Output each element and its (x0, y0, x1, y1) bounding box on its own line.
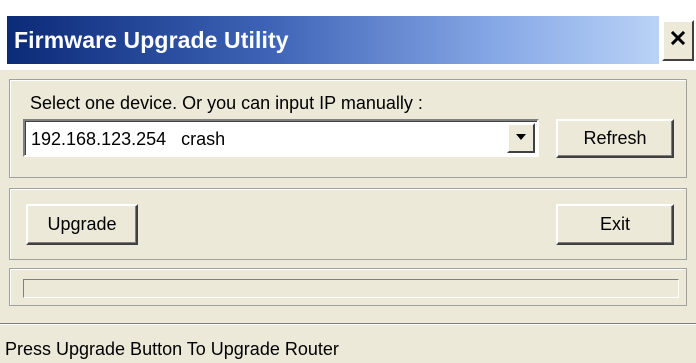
title-bar: Firmware Upgrade Utility (0, 0, 696, 70)
combobox-dropdown-button[interactable] (507, 123, 535, 153)
device-combobox-value[interactable]: 192.168.123.254 crash (31, 129, 225, 150)
chevron-down-icon (514, 129, 528, 147)
status-text: Press Upgrade Button To Upgrade Router (5, 339, 339, 359)
device-combobox[interactable]: 192.168.123.254 crash (23, 119, 539, 157)
window-title: Firmware Upgrade Utility (14, 27, 289, 53)
status-bar: Press Upgrade Button To Upgrade Router (0, 323, 696, 363)
close-button[interactable] (662, 20, 694, 61)
upgrade-progress-bar (23, 279, 679, 298)
close-icon (670, 30, 686, 51)
upgrade-button[interactable]: Upgrade (26, 204, 138, 245)
device-select-label: Select one device. Or you can input IP m… (30, 93, 423, 113)
exit-button[interactable]: Exit (556, 204, 674, 245)
firmware-upgrade-window: Firmware Upgrade Utility Select one devi… (0, 0, 696, 363)
refresh-button[interactable]: Refresh (556, 119, 674, 158)
